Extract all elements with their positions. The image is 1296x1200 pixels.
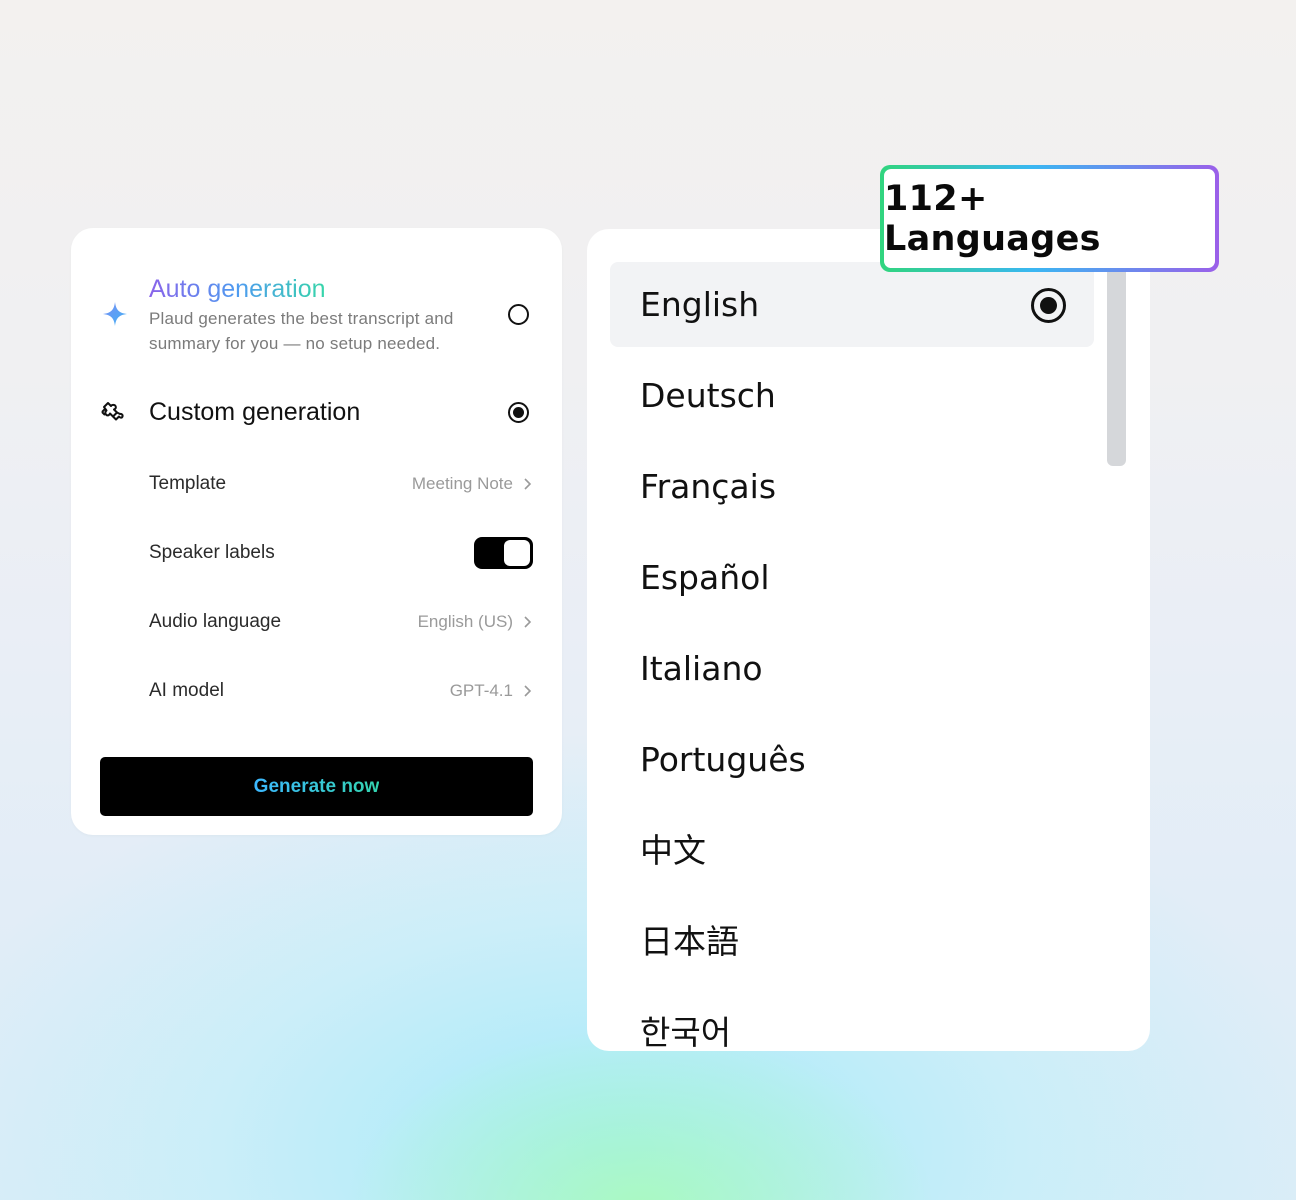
generate-now-button[interactable]: Generate now (100, 757, 533, 816)
auto-generation-description: Plaud generates the best transcript and … (149, 309, 454, 353)
speaker-labels-label: Speaker labels (149, 542, 275, 563)
custom-generation-radio[interactable] (508, 402, 529, 423)
template-value[interactable]: Meeting Note (412, 472, 513, 496)
language-item[interactable]: 日本語 (640, 922, 739, 962)
language-item[interactable]: Français (640, 467, 776, 507)
ai-model-label: AI model (149, 680, 224, 701)
languages-badge-text: 112+ Languages (884, 178, 1101, 259)
chevron-right-icon[interactable] (522, 615, 532, 629)
template-label: Template (149, 473, 227, 494)
language-item[interactable]: Italiano (640, 649, 763, 689)
auto-generation-title[interactable]: Auto generation (149, 274, 326, 304)
puzzle-icon (101, 402, 124, 421)
audio-language-value[interactable]: English (US) (418, 610, 513, 634)
audio-language-label: Audio language (149, 611, 282, 632)
chevron-right-icon[interactable] (522, 477, 532, 491)
languages-badge-inner: 112+ Languages (884, 169, 1215, 268)
language-item[interactable]: Português (640, 740, 806, 780)
languages-badge: 112+ Languages (880, 165, 1219, 272)
sparkle-icon (103, 302, 127, 326)
language-item[interactable]: English (640, 285, 759, 325)
language-list-card: English Deutsch Français Español Italian… (587, 229, 1150, 1051)
generate-now-label: Generate now (253, 775, 380, 797)
custom-generation-title[interactable]: Custom generation (149, 397, 360, 427)
language-item[interactable]: 한국어 (640, 1013, 731, 1051)
ai-model-value[interactable]: GPT-4.1 (450, 679, 513, 703)
chevron-right-icon[interactable] (522, 684, 532, 698)
auto-generation-radio[interactable] (508, 304, 529, 325)
language-selected-radio[interactable] (1031, 288, 1066, 323)
language-item[interactable]: Deutsch (640, 376, 776, 416)
scrollbar[interactable] (1107, 266, 1126, 466)
language-item[interactable]: 中文 (640, 831, 706, 871)
speaker-labels-toggle[interactable] (474, 537, 533, 569)
toggle-knob (504, 540, 530, 566)
language-item[interactable]: Español (640, 558, 770, 598)
